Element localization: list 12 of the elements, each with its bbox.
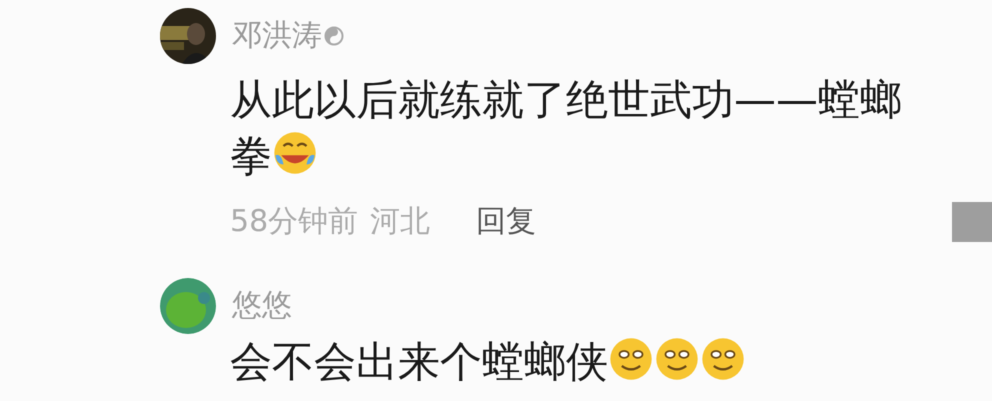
laughing-crying-face-icon [272,130,318,176]
comment-location: 河北 [370,203,430,241]
comment-text: 会不会出来个螳螂侠 [230,336,920,386]
user-name: 邓洪涛 [232,18,322,54]
reply-button[interactable]: 回复 [476,202,536,242]
user-name: 悠悠 [232,288,292,324]
comment-text: 从此以后就练就了绝世武功——螳螂拳 [230,74,903,182]
comment-time: 58分钟前 [230,203,358,241]
avatar-icon [160,278,216,334]
smiling-face-icon [654,336,700,382]
smiling-face-icon [700,336,746,382]
smiling-face-icon [608,336,654,382]
